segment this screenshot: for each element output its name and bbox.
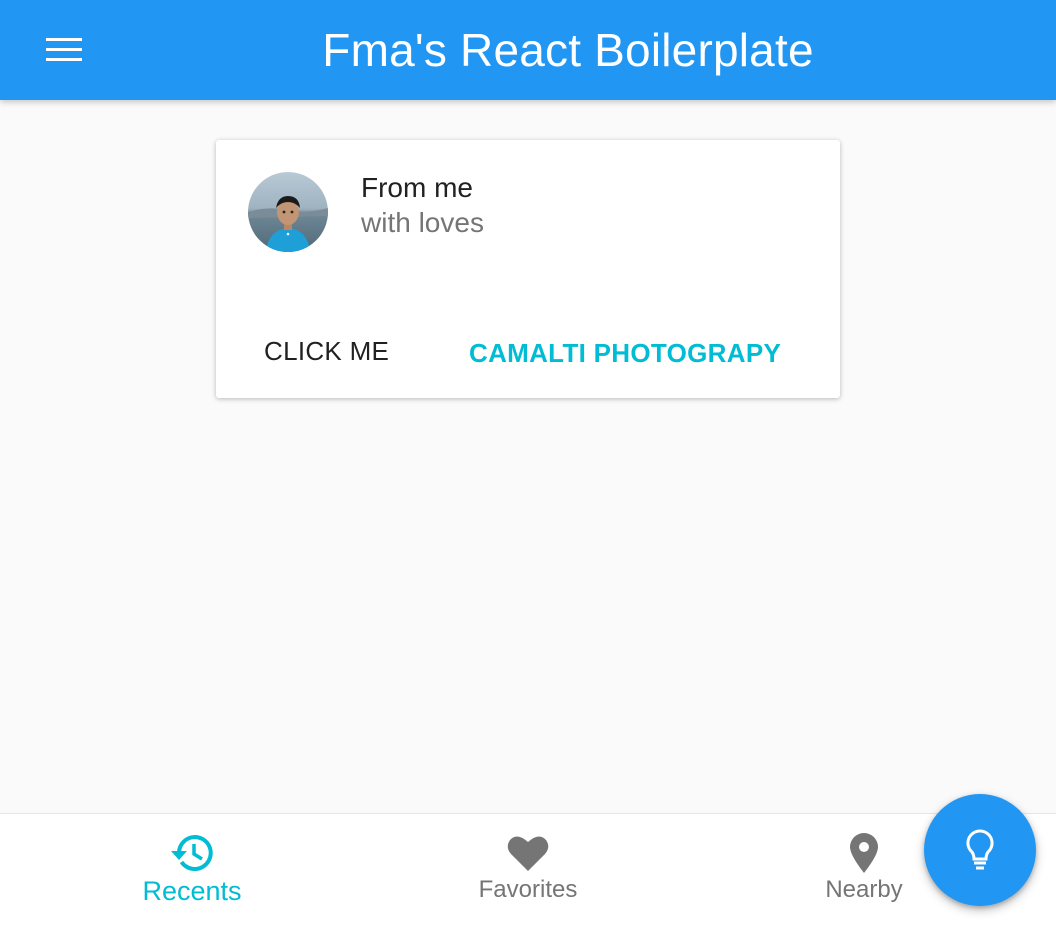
- nav-item-favorites[interactable]: Favorites: [418, 814, 638, 926]
- click-me-button[interactable]: CLICK ME: [248, 325, 405, 377]
- card-subtitle: with loves: [361, 207, 484, 238]
- history-icon: [169, 832, 215, 874]
- lightbulb-icon: [966, 829, 994, 870]
- profile-photo: [248, 172, 328, 252]
- card-title: From me: [361, 172, 473, 203]
- fab-lightbulb-button[interactable]: [924, 794, 1036, 906]
- profile-card: From me with loves CLICK ME CAMALTI PHOT…: [216, 140, 840, 398]
- avatar: [248, 172, 328, 252]
- bottom-navigation: Recents Favorites Nearby: [0, 813, 1056, 926]
- camalti-photograpy-button[interactable]: CAMALTI PHOTOGRAPY: [453, 327, 797, 379]
- app-bar: Fma's React Boilerplate: [0, 0, 1056, 100]
- location-pin-icon: [848, 832, 880, 874]
- nav-label-favorites: Favorites: [478, 876, 578, 903]
- nav-item-recents[interactable]: Recents: [82, 814, 302, 926]
- nav-label-recents: Recents: [142, 876, 242, 906]
- nav-label-nearby: Nearby: [825, 876, 903, 903]
- app-title: Fma's React Boilerplate: [322, 24, 814, 76]
- heart-icon: [506, 832, 550, 874]
